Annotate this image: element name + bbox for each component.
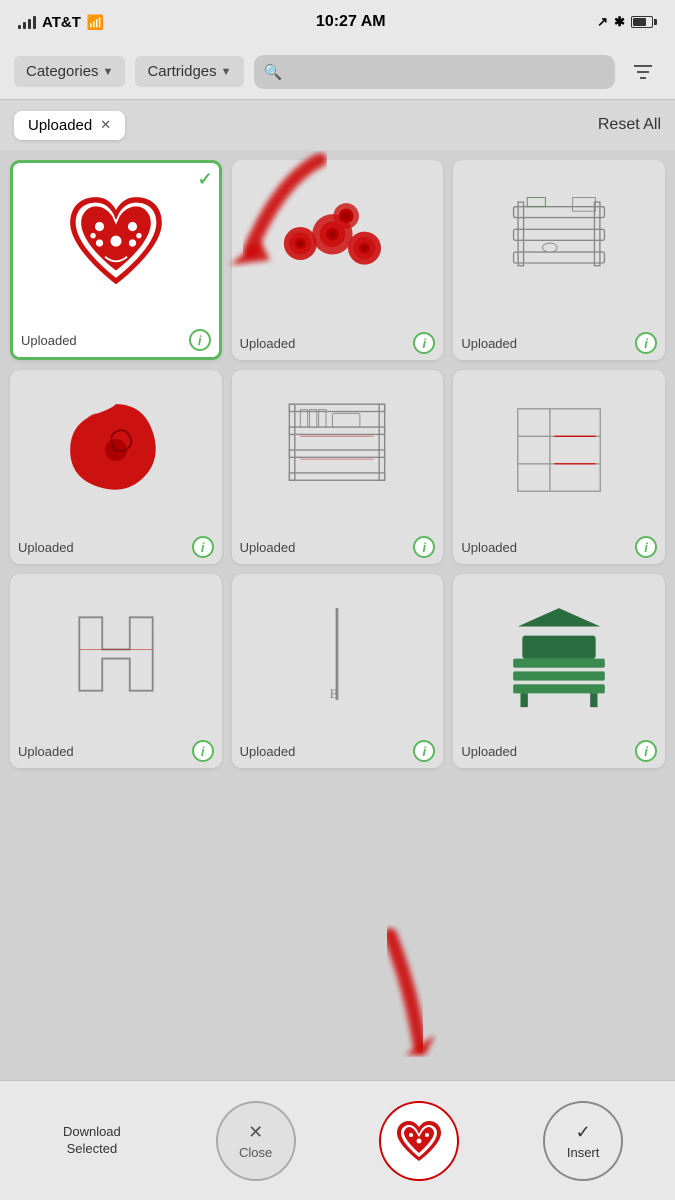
card-image-6 [453, 370, 665, 530]
search-icon: 🔍 [264, 63, 283, 81]
card-footer-1: Uploaded i [13, 323, 219, 357]
card-image-3 [453, 160, 665, 326]
card-label-8: Uploaded [240, 744, 296, 759]
card-7[interactable]: Uploaded i [10, 574, 222, 768]
card-8[interactable]: B Uploaded i [232, 574, 444, 768]
status-right: ↗ ✱ [597, 14, 657, 30]
download-selected-label: Download Selected [52, 1124, 132, 1158]
info-button-3[interactable]: i [635, 332, 657, 354]
card-4[interactable]: Uploaded i [10, 370, 222, 564]
wifi-icon: 📶 [87, 14, 104, 31]
check-icon: ✓ [576, 1122, 591, 1143]
info-button-6[interactable]: i [635, 536, 657, 558]
card-label-6: Uploaded [461, 540, 517, 555]
card-label-2: Uploaded [240, 336, 296, 351]
card-image-4 [10, 370, 222, 530]
cartridges-chevron: ▼ [221, 66, 232, 78]
card-image-5 [232, 370, 444, 530]
info-button-9[interactable]: i [635, 740, 657, 762]
nav-bar: Categories ▼ Cartridges ▼ 🔍 [0, 44, 675, 100]
card-footer-7: Uploaded i [10, 734, 222, 768]
card-label-5: Uploaded [240, 540, 296, 555]
info-button-2[interactable]: i [413, 332, 435, 354]
card-label-9: Uploaded [461, 744, 517, 759]
card-2[interactable]: Uploaded i [232, 160, 444, 360]
info-button-4[interactable]: i [192, 536, 214, 558]
card-footer-2: Uploaded i [232, 326, 444, 360]
time-label: 10:27 AM [316, 13, 386, 31]
battery-icon [631, 16, 657, 28]
categories-label: Categories [26, 63, 99, 80]
categories-button[interactable]: Categories ▼ [14, 56, 125, 87]
card-5[interactable]: Uploaded i [232, 370, 444, 564]
arrow-bottom-annotation [330, 925, 460, 1070]
card-footer-9: Uploaded i [453, 734, 665, 768]
selected-check-icon: ✓ [198, 169, 213, 190]
card-label-4: Uploaded [18, 540, 74, 555]
card-footer-5: Uploaded i [232, 530, 444, 564]
filter-tag-label: Uploaded [28, 117, 92, 134]
categories-chevron: ▼ [103, 66, 114, 78]
card-footer-4: Uploaded i [10, 530, 222, 564]
card-label-3: Uploaded [461, 336, 517, 351]
bluetooth-icon: ✱ [614, 14, 625, 30]
filter-tag: Uploaded ✕ [14, 111, 125, 140]
info-button-1[interactable]: i [189, 329, 211, 351]
bottom-bar: Download Selected ✕ Close ✓ Insert [0, 1080, 675, 1200]
info-button-8[interactable]: i [413, 740, 435, 762]
svg-text:B: B [330, 687, 339, 701]
card-image-2 [232, 160, 444, 326]
card-1[interactable]: ✓ Uploaded i [10, 160, 222, 360]
reset-all-button[interactable]: Reset All [598, 116, 661, 134]
close-button[interactable]: ✕ Close [216, 1101, 296, 1181]
location-icon: ↗ [597, 14, 608, 30]
insert-label: Insert [567, 1145, 600, 1160]
card-image-1: ✓ [13, 163, 219, 323]
search-box[interactable]: 🔍 [254, 55, 615, 89]
card-footer-3: Uploaded i [453, 326, 665, 360]
close-x-icon: ✕ [248, 1122, 263, 1143]
heart-icon [393, 1117, 445, 1165]
insert-button[interactable]: ✓ Insert [543, 1101, 623, 1181]
info-button-5[interactable]: i [413, 536, 435, 558]
filter-icon [631, 60, 655, 84]
filter-button[interactable] [625, 54, 661, 90]
carrier-label: AT&T [42, 14, 81, 31]
heart-button[interactable] [379, 1101, 459, 1181]
card-image-9 [453, 574, 665, 734]
signal-icon [18, 15, 36, 29]
status-left: AT&T 📶 [18, 14, 104, 31]
card-9[interactable]: Uploaded i [453, 574, 665, 768]
status-bar: AT&T 📶 10:27 AM ↗ ✱ [0, 0, 675, 44]
info-button-7[interactable]: i [192, 740, 214, 762]
filter-tag-close[interactable]: ✕ [100, 117, 111, 133]
card-3[interactable]: Uploaded i [453, 160, 665, 360]
card-footer-6: Uploaded i [453, 530, 665, 564]
cartridges-button[interactable]: Cartridges ▼ [135, 56, 243, 87]
card-image-7 [10, 574, 222, 734]
filter-bar: Uploaded ✕ Reset All [0, 100, 675, 150]
card-label-7: Uploaded [18, 744, 74, 759]
card-label-1: Uploaded [21, 333, 77, 348]
card-image-8: B [232, 574, 444, 734]
card-grid: ✓ Uploaded i [0, 150, 675, 778]
cartridges-label: Cartridges [147, 63, 216, 80]
card-6[interactable]: Uploaded i [453, 370, 665, 564]
card-footer-8: Uploaded i [232, 734, 444, 768]
close-label: Close [239, 1145, 272, 1160]
